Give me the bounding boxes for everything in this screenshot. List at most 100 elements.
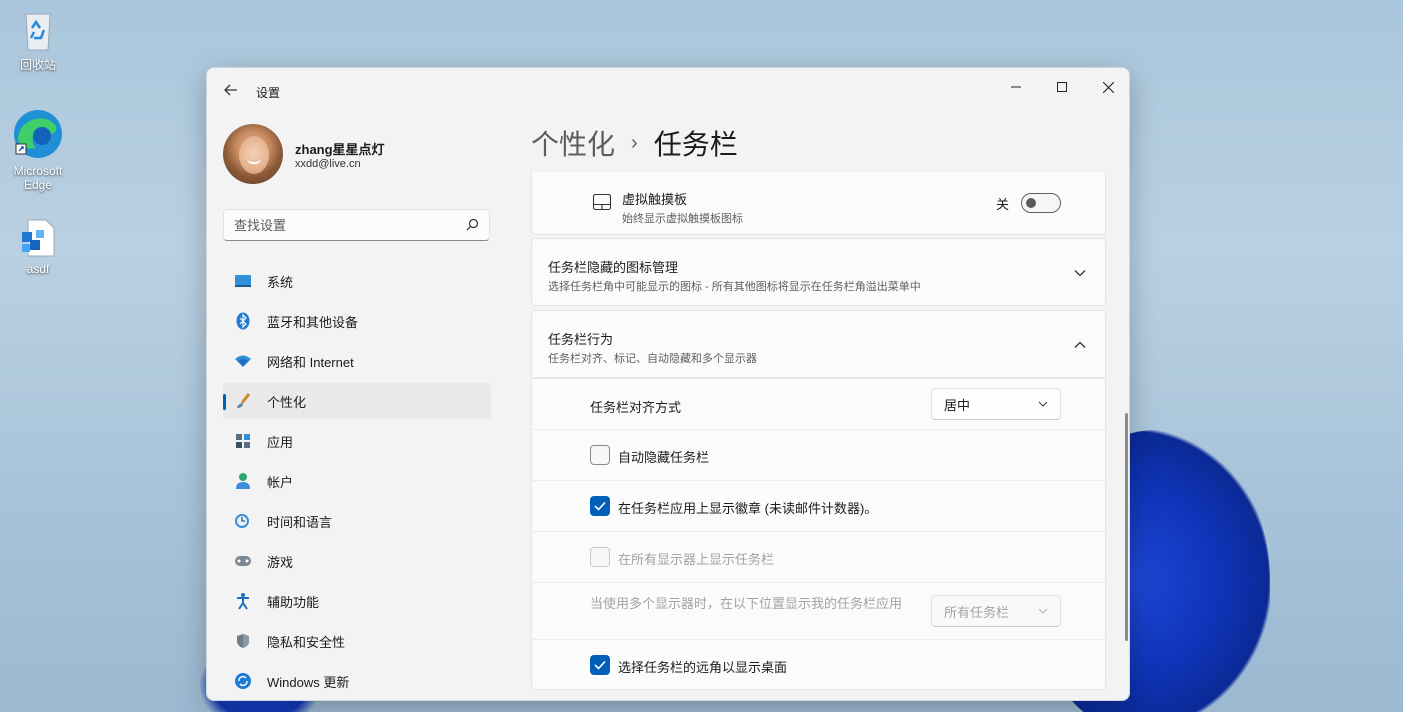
back-button[interactable] — [219, 78, 243, 102]
sidebar-item-accessibility[interactable]: 辅助功能 — [223, 583, 491, 619]
sidebar-item-label: 系统 — [267, 274, 294, 290]
maximize-button[interactable] — [1039, 72, 1085, 102]
chevron-down-icon — [1038, 608, 1048, 614]
badges-label: 在任务栏应用上显示徽章 (未读邮件计数器)。 — [618, 501, 878, 516]
profile-email: xxdd@live.cn — [295, 158, 361, 170]
toggle-state-label: 关 — [995, 196, 1009, 212]
search-input[interactable] — [224, 210, 454, 240]
wifi-icon — [234, 352, 252, 370]
edge-icon — [14, 110, 62, 158]
alignment-dropdown[interactable]: 居中 — [931, 388, 1061, 420]
touchpad-toggle-group: 关 — [996, 193, 1061, 213]
gamepad-icon — [234, 552, 252, 570]
shield-icon — [234, 632, 252, 650]
desktop-icon-asdf[interactable]: asdf — [0, 218, 76, 276]
breadcrumb: 个性化 › 任务栏 — [531, 123, 738, 163]
autohide-checkbox[interactable] — [590, 445, 610, 465]
desktop-icon-recycle-bin[interactable]: 回收站 — [0, 8, 76, 73]
close-icon — [1102, 81, 1114, 93]
badges-row: 在任务栏应用上显示徽章 (未读邮件计数器)。 — [531, 480, 1106, 531]
settings-window: 设置 zhang星星点灯 xxdd@live.cn 系统 — [206, 67, 1130, 701]
apps-icon — [234, 432, 252, 450]
touchpad-toggle[interactable] — [1021, 193, 1061, 213]
desktop-icon-edge[interactable]: Microsoft Edge — [0, 108, 76, 192]
scrollbar[interactable] — [1125, 413, 1128, 641]
chevron-down-icon — [1074, 270, 1086, 277]
search-icon[interactable] — [466, 218, 479, 231]
maximize-icon — [1057, 82, 1067, 92]
behaviors-title: 任务栏行为 — [548, 332, 614, 347]
sidebar-item-label: 游戏 — [267, 554, 294, 570]
checkmark-icon — [594, 501, 606, 511]
multi-display-dropdown[interactable]: 所有任务栏 — [931, 595, 1061, 627]
desktop-icon-label: Microsoft Edge — [13, 164, 63, 192]
sidebar-item-accounts[interactable]: 帐户 — [223, 463, 491, 499]
desktop-icon-label: 回收站 — [19, 58, 56, 72]
sidebar-item-label: 帐户 — [267, 474, 294, 490]
minimize-icon — [1011, 86, 1021, 88]
back-arrow-icon — [224, 84, 237, 96]
alignment-row: 任务栏对齐方式 居中 — [531, 378, 1106, 429]
checkmark-icon — [594, 660, 606, 670]
touchpad-row: 虚拟触摸板 始终显示虚拟触摸板图标 关 — [531, 172, 1106, 235]
far-corner-row: 选择任务栏的远角以显示桌面 — [531, 639, 1106, 690]
archive-icon — [22, 219, 55, 257]
sidebar-item-time-language[interactable]: 时间和语言 — [223, 503, 491, 539]
sidebar-item-label: Windows 更新 — [267, 674, 350, 690]
close-button[interactable] — [1085, 72, 1129, 102]
sidebar-item-network[interactable]: 网络和 Internet — [223, 343, 491, 379]
profile-name: zhang星星点灯 — [295, 142, 385, 157]
minimize-button[interactable] — [993, 72, 1039, 102]
sidebar-item-label: 蓝牙和其他设备 — [267, 314, 359, 330]
far-corner-checkbox[interactable] — [590, 655, 610, 675]
sidebar-item-personalization[interactable]: 个性化 — [223, 383, 491, 419]
title-bar: 设置 — [207, 68, 1129, 114]
clock-globe-icon — [234, 512, 252, 530]
alignment-label: 任务栏对齐方式 — [590, 400, 682, 415]
sidebar-item-system[interactable]: 系统 — [223, 263, 491, 299]
all-displays-label: 在所有显示器上显示任务栏 — [618, 552, 775, 567]
far-corner-label: 选择任务栏的远角以显示桌面 — [618, 660, 788, 675]
sidebar-nav: 系统 蓝牙和其他设备 网络和 Internet 个性化 应用 帐户 时间和语言 — [223, 263, 491, 700]
sidebar-item-bluetooth[interactable]: 蓝牙和其他设备 — [223, 303, 491, 339]
sidebar-item-privacy[interactable]: 隐私和安全性 — [223, 623, 491, 659]
page-title: 任务栏 — [653, 129, 738, 160]
sidebar-item-label: 个性化 — [267, 394, 307, 410]
autohide-label: 自动隐藏任务栏 — [618, 450, 710, 465]
multi-display-label: 当使用多个显示器时，在以下位置显示我的任务栏应用 — [590, 596, 903, 611]
chevron-up-icon — [1074, 341, 1086, 348]
touchpad-subtitle: 始终显示虚拟触摸板图标 — [622, 213, 743, 225]
behaviors-subtitle: 任务栏对齐、标记、自动隐藏和多个显示器 — [548, 353, 757, 365]
account-icon — [234, 472, 252, 490]
brush-icon — [234, 392, 252, 410]
breadcrumb-separator: › — [631, 131, 638, 154]
sidebar-item-windows-update[interactable]: Windows 更新 — [223, 663, 491, 699]
app-title: 设置 — [256, 86, 281, 100]
sidebar-item-label: 网络和 Internet — [267, 354, 354, 370]
hidden-icons-row[interactable]: 任务栏隐藏的图标管理 选择任务栏角中可能显示的图标 - 所有其他图标将显示在任务… — [531, 238, 1106, 306]
sidebar-item-label: 时间和语言 — [267, 514, 333, 530]
sidebar-item-label: 辅助功能 — [267, 594, 320, 610]
hidden-icons-title: 任务栏隐藏的图标管理 — [548, 260, 679, 275]
recycle-bin-icon — [25, 13, 51, 51]
all-displays-row: 在所有显示器上显示任务栏 — [531, 531, 1106, 582]
update-icon — [234, 672, 252, 690]
multi-display-value: 所有任务栏 — [944, 604, 1010, 620]
badges-checkbox[interactable] — [590, 496, 610, 516]
all-displays-checkbox[interactable] — [590, 547, 610, 567]
sidebar-item-apps[interactable]: 应用 — [223, 423, 491, 459]
chevron-down-icon — [1038, 401, 1048, 407]
alignment-value: 居中 — [944, 397, 971, 413]
multi-display-row: 当使用多个显示器时，在以下位置显示我的任务栏应用 所有任务栏 — [531, 582, 1106, 639]
sidebar-item-label: 隐私和安全性 — [267, 634, 346, 650]
touchpad-title: 虚拟触摸板 — [622, 192, 688, 207]
search-box — [223, 209, 490, 241]
breadcrumb-parent[interactable]: 个性化 — [531, 123, 615, 163]
hidden-icons-subtitle: 选择任务栏角中可能显示的图标 - 所有其他图标将显示在任务栏角溢出菜单中 — [548, 281, 921, 293]
taskbar-behaviors-header[interactable]: 任务栏行为 任务栏对齐、标记、自动隐藏和多个显示器 — [531, 310, 1106, 378]
sidebar-item-gaming[interactable]: 游戏 — [223, 543, 491, 579]
system-icon — [234, 272, 252, 290]
autohide-row: 自动隐藏任务栏 — [531, 429, 1106, 480]
user-profile[interactable]: zhang星星点灯 xxdd@live.cn — [223, 124, 493, 186]
sidebar-item-label: 应用 — [267, 434, 294, 450]
